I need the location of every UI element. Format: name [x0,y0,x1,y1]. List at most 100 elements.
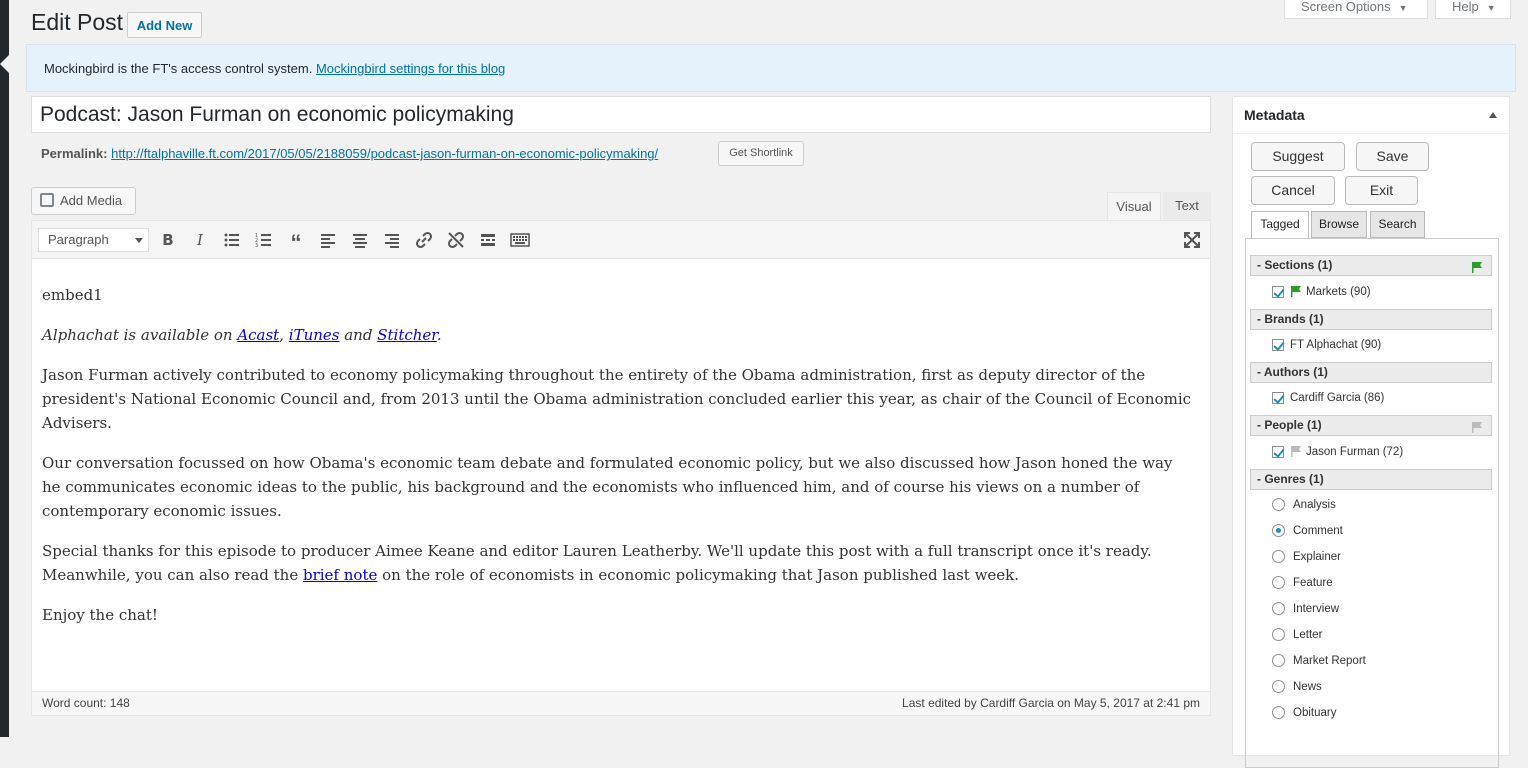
tag-item-ft-alphachat[interactable]: FT Alphachat (90) [1272,337,1381,353]
paragraph-conversation: Our conversation focussed on how Obama's… [42,454,1173,520]
group-sections[interactable]: - Sections (1) [1250,255,1492,276]
add-new-button[interactable]: Add New [127,12,202,38]
genre-label: Market Report [1293,655,1366,667]
link-icon[interactable] [414,230,434,250]
radio-button[interactable] [1272,628,1285,641]
format-select[interactable]: Paragraph [38,228,149,252]
tag-item-jason-furman[interactable]: Jason Furman (72) [1272,444,1403,462]
group-authors-label: - Authors (1) [1257,365,1328,379]
group-authors[interactable]: - Authors (1) [1250,362,1492,383]
screen-options-label: Screen Options [1301,0,1391,14]
radio-button[interactable] [1272,602,1285,615]
align-right-icon[interactable] [382,230,402,250]
group-brands[interactable]: - Brands (1) [1250,309,1492,330]
acast-link[interactable]: Acast [237,326,279,344]
genre-option-interview[interactable]: Interview [1272,601,1339,617]
genre-option-letter[interactable]: Letter [1272,627,1322,643]
inactive-flag-icon[interactable] [1471,420,1483,439]
radio-button[interactable] [1272,654,1285,667]
blockquote-icon[interactable]: “ [286,230,306,255]
radio-button[interactable] [1272,706,1285,719]
paragraph-embed: embed1 [42,286,103,304]
tag-label: Cardiff Garcia (86) [1290,392,1385,404]
genre-option-market-report[interactable]: Market Report [1272,653,1366,669]
metadata-box: Metadata Suggest Save Cancel Exit Tagged… [1232,96,1510,768]
tab-tagged[interactable]: Tagged [1251,211,1309,239]
unlink-icon[interactable] [446,230,466,250]
last-edited: Last edited by Cardiff Garcia on May 5, … [902,696,1200,710]
tab-visual[interactable]: Visual [1107,192,1161,220]
paragraph-availability: Alphachat is available on Acast, iTunes … [42,323,1192,347]
genre-option-obituary[interactable]: Obituary [1272,705,1336,721]
page-title: Edit Post [31,9,124,35]
primary-flag-icon[interactable] [1290,285,1302,302]
format-select-value: Paragraph [48,232,109,247]
genre-option-news[interactable]: News [1272,679,1322,695]
checkbox-checked[interactable] [1272,392,1284,404]
group-genres[interactable]: - Genres (1) [1250,469,1492,490]
stitcher-link[interactable]: Stitcher [377,326,437,344]
brief-note-link[interactable]: brief note [303,566,377,584]
toolbar-toggle-icon[interactable] [510,230,530,250]
tag-item-markets[interactable]: Markets (90) [1272,284,1371,302]
group-people[interactable]: - People (1) [1250,415,1492,436]
genre-option-feature[interactable]: Feature [1272,575,1333,591]
tab-browse[interactable]: Browse [1311,211,1367,238]
get-shortlink-button[interactable]: Get Shortlink [718,141,804,166]
collapse-arrow-icon[interactable] [1489,112,1497,118]
post-editor: Paragraph B I 123 “ embed1 Alphachat is … [31,220,1211,716]
permalink-row: Permalink: http://ftalphaville.ft.com/20… [41,142,658,166]
availability-suffix: . [436,326,442,344]
exit-button[interactable]: Exit [1345,176,1418,205]
primary-flag-icon[interactable] [1471,260,1483,279]
itunes-link[interactable]: iTunes [289,326,340,344]
inactive-flag-icon[interactable] [1290,445,1302,462]
tab-text[interactable]: Text [1163,192,1211,220]
group-people-label: - People (1) [1257,418,1322,432]
align-center-icon[interactable] [350,230,370,250]
group-brands-label: - Brands (1) [1257,312,1324,326]
add-media-button[interactable]: Add Media [31,187,136,215]
genre-option-explainer[interactable]: Explainer [1272,549,1341,565]
post-title-input[interactable]: Podcast: Jason Furman on economic policy… [31,96,1211,133]
suggest-button[interactable]: Suggest [1251,142,1345,171]
help-label: Help [1452,0,1479,14]
genre-option-analysis[interactable]: Analysis [1272,497,1336,513]
paragraph-thanks: Special thanks for this episode to produ… [42,539,1192,587]
genre-label: Interview [1293,603,1340,615]
genre-option-comment[interactable]: Comment [1272,523,1343,539]
editor-content[interactable]: embed1 Alphachat is available on Acast, … [42,283,1192,643]
mockingbird-settings-link[interactable]: Mockingbird settings for this blog [316,61,505,76]
metadata-header[interactable]: Metadata [1233,97,1509,134]
chevron-down-icon [135,238,143,243]
caret-down-icon: ▼ [1398,3,1408,13]
genre-label: Explainer [1293,551,1341,563]
tab-search[interactable]: Search [1370,211,1425,238]
read-more-icon[interactable] [478,230,498,250]
checkbox-checked[interactable] [1272,446,1284,458]
radio-button[interactable] [1272,576,1285,589]
save-button[interactable]: Save [1356,142,1429,171]
permalink-url-link[interactable]: http://ftalphaville.ft.com/2017/05/05/21… [111,146,658,161]
fullscreen-icon[interactable] [1182,230,1202,250]
cancel-button[interactable]: Cancel [1251,176,1335,205]
word-count: Word count: 148 [42,696,130,710]
svg-text:3: 3 [255,243,258,249]
tag-item-cardiff-garcia[interactable]: Cardiff Garcia (86) [1272,390,1384,406]
checkbox-checked[interactable] [1272,339,1284,351]
permalink-label: Permalink: [41,146,108,161]
numbered-list-icon[interactable]: 123 [254,230,274,250]
radio-button[interactable] [1272,680,1285,693]
genre-label: Feature [1293,577,1333,589]
radio-button[interactable] [1272,498,1285,511]
help-button[interactable]: Help ▼ [1435,0,1511,19]
screen-options-button[interactable]: Screen Options ▼ [1284,0,1428,19]
radio-button-selected[interactable] [1272,524,1285,537]
metadata-title: Metadata [1244,107,1305,123]
bold-icon[interactable]: B [158,230,178,250]
radio-button[interactable] [1272,550,1285,563]
italic-icon[interactable]: I [190,230,210,250]
checkbox-checked[interactable] [1272,286,1284,298]
bullet-list-icon[interactable] [222,230,242,250]
align-left-icon[interactable] [318,230,338,250]
